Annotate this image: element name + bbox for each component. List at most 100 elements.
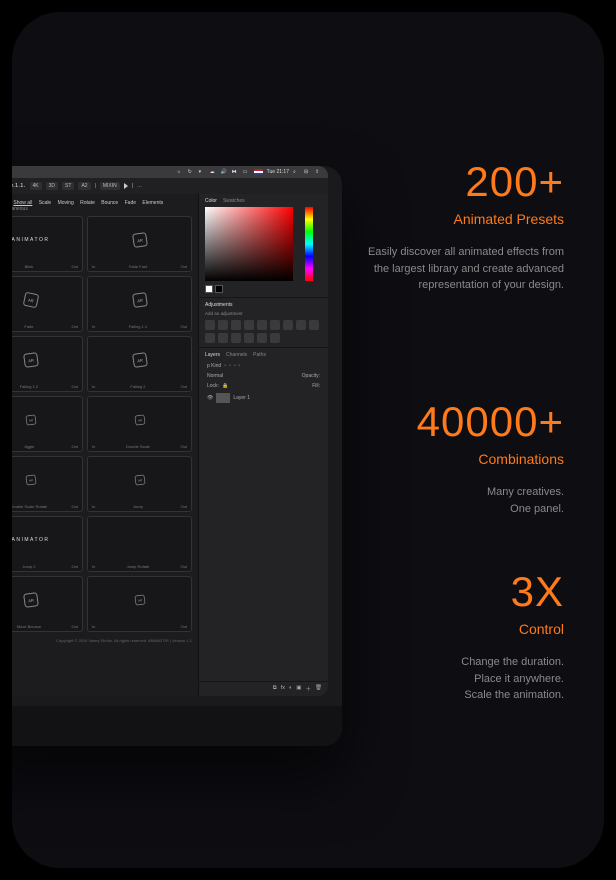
animator-footer: Copyright © 2019 Valery Sirotin. All rig… — [12, 638, 192, 643]
preset-name: Jiggle — [24, 444, 34, 449]
adj-lut-icon[interactable] — [205, 333, 215, 343]
filter-bounce[interactable]: Bounce — [101, 200, 118, 206]
preset-cell[interactable]: ARInJiggleOut — [12, 396, 83, 452]
preset-out-label: Out — [72, 444, 78, 449]
layer-filter-icon[interactable]: ▫ — [234, 363, 236, 369]
preset-cell[interactable]: ANIMATORInJump 2Out — [12, 516, 83, 572]
promo-subtitle: Control — [364, 619, 564, 640]
preset-cell[interactable]: ARInJumpOut — [87, 456, 192, 512]
menubar-status-icon: ▾ — [199, 169, 206, 176]
tab-swatches[interactable]: Swatches — [223, 198, 245, 204]
new-layer-icon[interactable]: ＋ — [306, 685, 312, 693]
filter-misc[interactable]: Miscellaneous — [12, 206, 28, 212]
preset-cell[interactable]: ARInFadeOut — [12, 276, 83, 332]
layer-kind-label[interactable]: p Kind — [207, 363, 221, 369]
preset-in-label: In — [92, 504, 95, 509]
adj-curves-icon[interactable] — [231, 320, 241, 330]
adj-hue-icon[interactable] — [270, 320, 280, 330]
layer-filter-icon[interactable]: ▫ — [229, 363, 231, 369]
preset-cell[interactable]: InJump RotateOut — [87, 516, 192, 572]
adj-bw-icon[interactable] — [283, 320, 293, 330]
preset-cell[interactable]: ARInFalling 1.2Out — [12, 336, 83, 392]
menubar-clock: Tue 21:17 — [267, 169, 289, 175]
preset-cell[interactable]: ARInDouble Scale RotateOut — [12, 456, 83, 512]
preset-out-label: Out — [72, 564, 78, 569]
preset-thumbnail-icon: AR — [134, 474, 145, 485]
preset-panel: Filter by type: Show all Scale Moving Ro… — [12, 194, 198, 696]
lock-icon[interactable]: 🔒 — [222, 383, 228, 389]
layer-thumbnail — [216, 393, 230, 403]
adj-gradient-map-icon[interactable] — [257, 333, 267, 343]
adj-levels-icon[interactable] — [218, 320, 228, 330]
tab-color[interactable]: Color — [205, 198, 217, 204]
preset-name: Falling 1.2 — [20, 384, 38, 389]
preset-cell[interactable]: ARInMove BounceOut — [12, 576, 83, 632]
preset-cell[interactable]: ARInFalling 1.1Out — [87, 276, 192, 332]
adj-posterize-icon[interactable] — [231, 333, 241, 343]
link-layers-icon[interactable]: ⧉ — [273, 685, 277, 693]
filter-fade[interactable]: Fade — [125, 200, 136, 206]
preset-thumbnail-icon: AR — [25, 414, 36, 425]
fx-icon[interactable]: fx — [281, 685, 285, 693]
blend-mode-select[interactable]: Normal — [207, 373, 223, 379]
menubar-status-icon: ☁ — [210, 169, 217, 176]
adj-channel-mixer-icon[interactable] — [309, 320, 319, 330]
appbar-btn-a2[interactable]: A2 — [78, 182, 90, 190]
preset-thumbnail-icon: AR — [134, 594, 145, 605]
adj-brightness-icon[interactable] — [205, 320, 215, 330]
layer-row[interactable]: 👁 Layer 1 — [205, 391, 322, 405]
preset-out-label: Out — [72, 624, 78, 629]
preset-thumbnail-icon: AR — [23, 352, 39, 368]
adj-threshold-icon[interactable] — [244, 333, 254, 343]
adj-exposure-icon[interactable] — [244, 320, 254, 330]
mask-icon[interactable]: ◐ — [289, 685, 292, 693]
filter-moving[interactable]: Moving — [58, 200, 74, 206]
filter-bar: Filter by type: Show all Scale Moving Ro… — [12, 200, 192, 212]
filter-scale[interactable]: Scale — [39, 200, 52, 206]
adj-selective-color-icon[interactable] — [270, 333, 280, 343]
spotlight-icon[interactable]: ⌕ — [293, 169, 300, 176]
preset-cell[interactable]: ARInDouble ScaleOut — [87, 396, 192, 452]
trash-icon[interactable]: 🗑 — [315, 685, 322, 693]
appbar-more-icon[interactable]: … — [137, 183, 142, 189]
preset-cell[interactable]: ANIMATORInBlinkOut — [12, 216, 83, 272]
tab-channels[interactable]: Channels — [226, 352, 247, 358]
share-icon[interactable]: ⇪ — [315, 169, 322, 176]
hue-slider[interactable] — [305, 207, 313, 281]
appbar-btn-st[interactable]: ST — [62, 182, 74, 190]
tab-paths[interactable]: Paths — [253, 352, 266, 358]
swatch-white[interactable] — [205, 285, 213, 293]
eye-icon[interactable]: 👁 — [207, 395, 213, 401]
control-center-icon[interactable]: ⊟ — [304, 169, 311, 176]
appbar-btn-4k[interactable]: 4K — [30, 182, 42, 190]
preset-cell[interactable]: ARInOut — [87, 576, 192, 632]
adj-photo-filter-icon[interactable] — [296, 320, 306, 330]
layer-filter-icon[interactable]: ▫ — [224, 363, 226, 369]
app-screen: ☼ ↻ ▾ ☁ 🔊 ⧓ ▭ Tue 21:17 ⌕ ⊟ ⇪ ANIMATOR v… — [12, 166, 328, 696]
layer-filter-icon[interactable]: ▫ — [239, 363, 241, 369]
adj-vibrance-icon[interactable] — [257, 320, 267, 330]
new-group-icon[interactable]: ▣ — [296, 685, 301, 693]
preset-name: Blink — [25, 264, 34, 269]
color-picker[interactable] — [205, 207, 293, 281]
tab-layers[interactable]: Layers — [205, 352, 220, 358]
mixin-button[interactable]: MIXIN — [100, 182, 120, 190]
appbar-btn-3d[interactable]: 3D — [46, 182, 58, 190]
filter-elements[interactable]: Elements — [142, 200, 163, 206]
photoshop-panels: Color Swatches Adjustments — [198, 194, 328, 696]
adj-invert-icon[interactable] — [218, 333, 228, 343]
preset-out-label: Out — [181, 624, 187, 629]
preset-name: Fade Fast — [129, 264, 147, 269]
swatch-black[interactable] — [215, 285, 223, 293]
color-panel: Color Swatches — [199, 194, 328, 298]
promo-body: Change the duration. Place it anywhere. … — [364, 654, 564, 704]
tab-adjustments[interactable]: Adjustments — [205, 302, 233, 308]
play-icon[interactable] — [124, 183, 128, 189]
preset-thumbnail-icon: AR — [132, 352, 148, 368]
filter-rotate[interactable]: Rotate — [80, 200, 95, 206]
preset-in-label: In — [92, 264, 95, 269]
preset-cell[interactable]: ARInFalling 2Out — [87, 336, 192, 392]
appbar-divider: | — [132, 183, 133, 189]
preset-in-label: In — [92, 324, 95, 329]
preset-cell[interactable]: ARInFade FastOut — [87, 216, 192, 272]
